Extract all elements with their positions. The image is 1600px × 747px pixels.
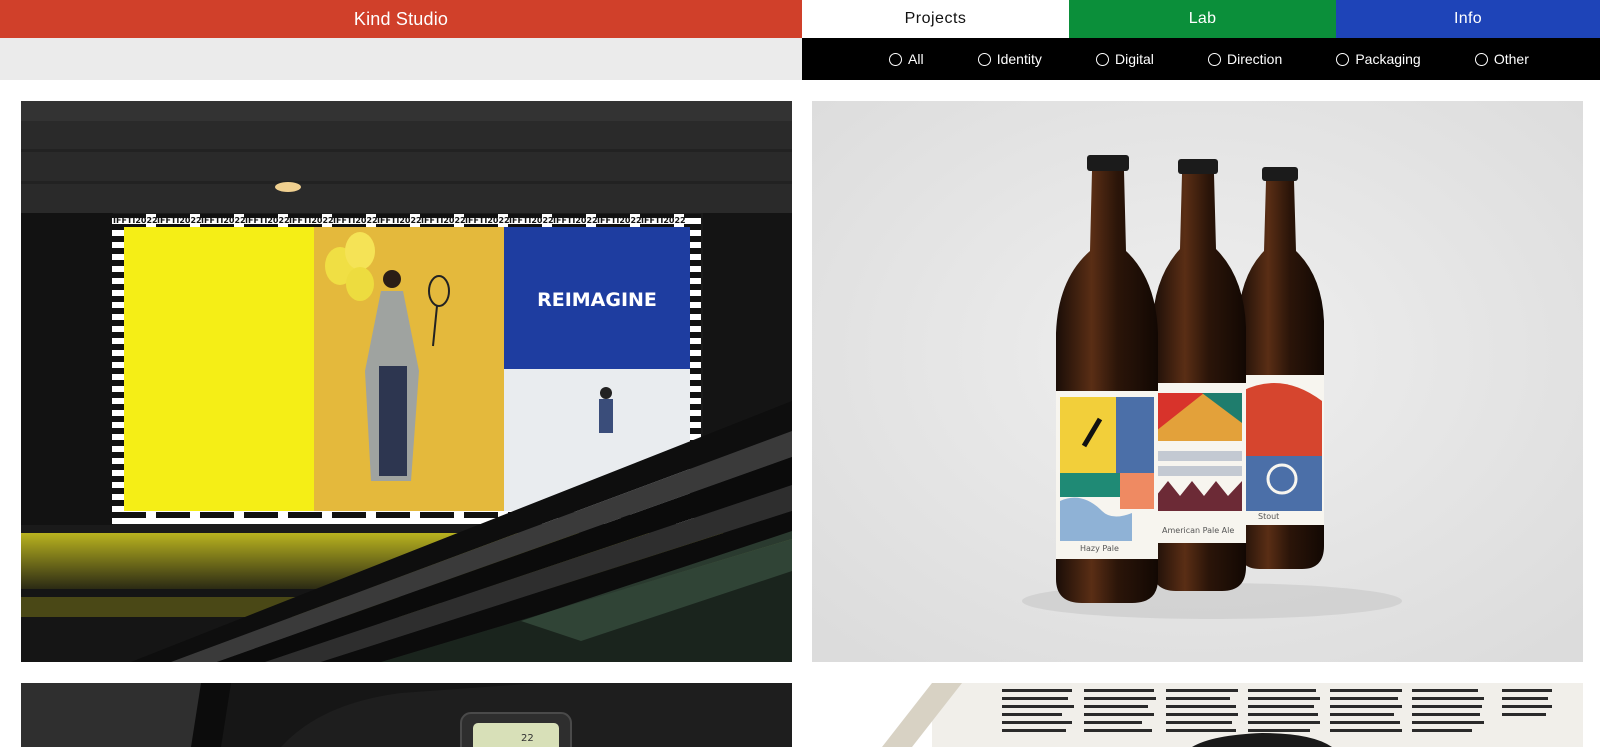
billboard-tag: IFFTI2022 — [421, 216, 466, 225]
bottles-image: Stout American Pale Ale Hazy Pale — [812, 101, 1583, 662]
filter-direction[interactable]: Direction — [1207, 51, 1283, 67]
filter-all[interactable]: All — [889, 51, 924, 67]
radio-icon[interactable] — [1474, 52, 1488, 66]
project-tile-tablet[interactable]: 22 — [21, 683, 792, 747]
billboard-tag: IFFTI2022 — [641, 216, 686, 225]
radio-icon[interactable] — [977, 52, 991, 66]
billboard-tag: IFFTI2022 — [333, 216, 378, 225]
filter-label: Digital — [1114, 51, 1154, 67]
radio-icon[interactable] — [1336, 52, 1350, 66]
category-filters: All Identity Digital Direction Packaging… — [802, 38, 1600, 80]
newspaper-image — [812, 683, 1583, 747]
billboard-tag: IFFTI2022 — [509, 216, 554, 225]
filter-packaging[interactable]: Packaging — [1336, 51, 1421, 67]
tablet-image: 22 — [21, 683, 792, 747]
filter-digital[interactable]: Digital — [1095, 51, 1154, 67]
subbar-spacer — [0, 38, 802, 80]
radio-icon[interactable] — [1095, 52, 1109, 66]
brand-link[interactable]: Kind Studio — [0, 0, 802, 38]
project-tile-newspaper[interactable] — [812, 683, 1583, 747]
billboard-headline: REIMAGINE — [537, 289, 657, 311]
filter-bar: All Identity Digital Direction Packaging… — [0, 38, 1600, 80]
billboard-tag: IFFTI2022 — [245, 216, 290, 225]
filter-label: Other — [1493, 51, 1529, 67]
filter-label: Packaging — [1355, 51, 1421, 67]
radio-icon[interactable] — [1207, 52, 1221, 66]
bottle-label: Hazy Pale — [1080, 544, 1119, 553]
nav-lab[interactable]: Lab — [1069, 0, 1336, 38]
tablet-time: 22 — [521, 733, 534, 744]
billboard-image: REIMAGINE IFFTI2022 IFFTI2022 IFFTI2022 … — [21, 101, 792, 662]
project-tile-billboard[interactable]: REIMAGINE IFFTI2022 IFFTI2022 IFFTI2022 … — [21, 101, 792, 662]
filter-label: Direction — [1226, 51, 1283, 67]
filter-label: Identity — [996, 51, 1042, 67]
top-nav: Kind Studio Projects Lab Info — [0, 0, 1600, 38]
billboard-tag: IFFTI2022 — [553, 216, 598, 225]
filter-other[interactable]: Other — [1474, 51, 1529, 67]
filter-identity[interactable]: Identity — [977, 51, 1042, 67]
bottle-label: Stout — [1258, 512, 1279, 521]
billboard-tag: IFFTI2022 — [465, 216, 510, 225]
billboard-tag: IFFTI2022 — [201, 216, 246, 225]
billboard-tag: IFFTI2022 — [113, 216, 158, 225]
radio-icon[interactable] — [889, 52, 903, 66]
billboard-tag: IFFTI2022 — [597, 216, 642, 225]
filter-label: All — [908, 51, 924, 67]
nav-info[interactable]: Info — [1336, 0, 1600, 38]
nav-projects[interactable]: Projects — [802, 0, 1069, 38]
project-tile-bottles[interactable]: Stout American Pale Ale Hazy Pale — [812, 101, 1583, 662]
billboard-tag: IFFTI2022 — [157, 216, 202, 225]
svg-text:IFFTI2022 IFFTI2022: IFFTI2022 IFFTI2022 IFFTI2022 IFFTI2022 … — [113, 216, 686, 225]
billboard-tag: IFFTI2022 — [377, 216, 422, 225]
bottle-label: American Pale Ale — [1162, 526, 1234, 535]
billboard-tag: IFFTI2022 — [289, 216, 334, 225]
